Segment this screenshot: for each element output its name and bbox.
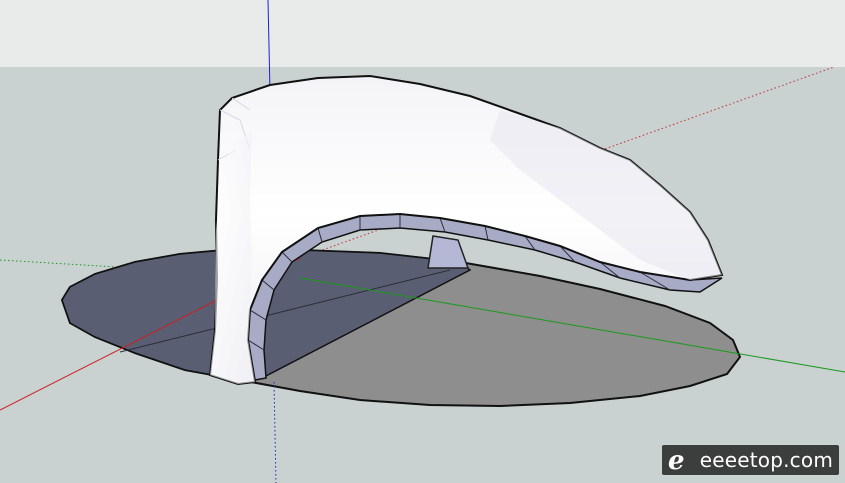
sky — [0, 0, 845, 67]
3d-scene[interactable] — [0, 0, 845, 483]
svg-text:e: e — [668, 446, 685, 475]
modeling-viewport[interactable]: e eeeetop.com — [0, 0, 845, 483]
e-tuo-logo-icon: e — [666, 445, 696, 476]
watermark-badge: e eeeetop.com — [661, 445, 839, 476]
watermark-text: eeeetop.com — [699, 448, 833, 472]
